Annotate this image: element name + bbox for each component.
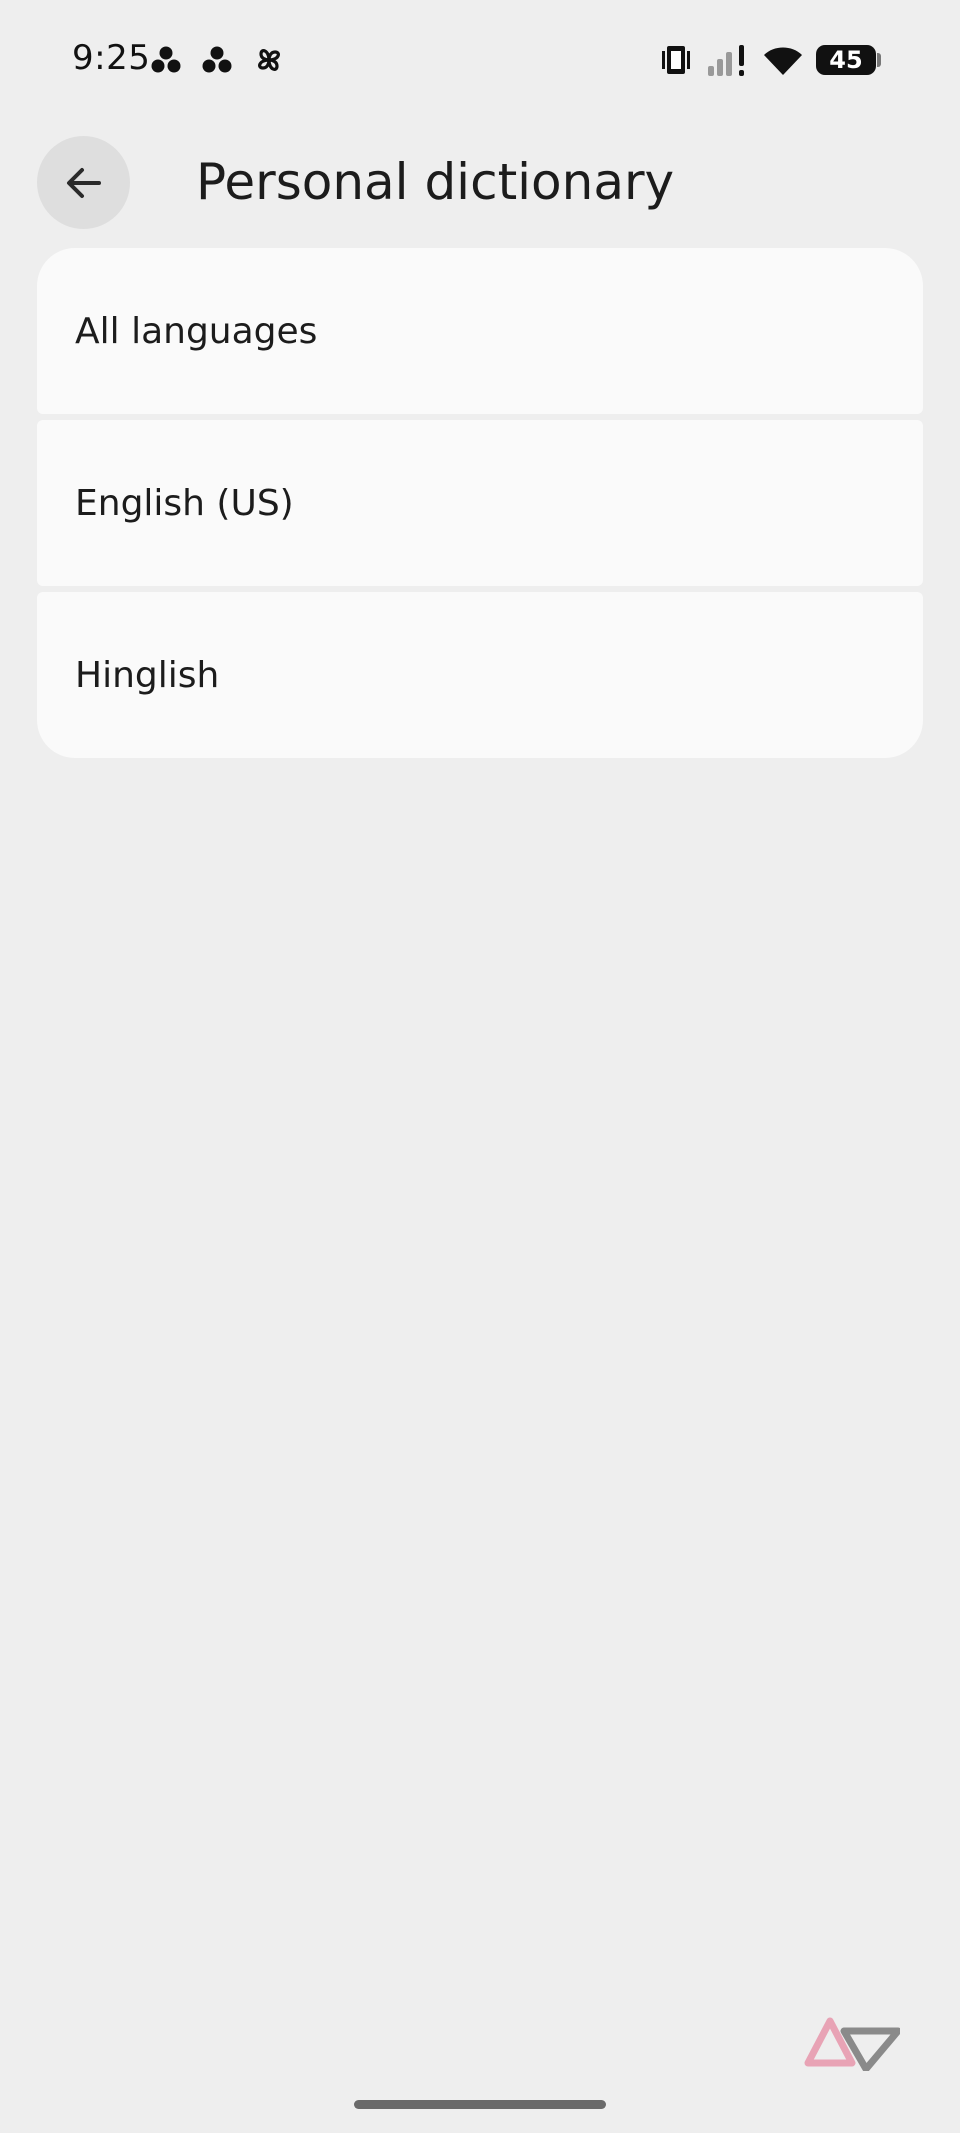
language-item-english-us[interactable]: English (US) — [37, 420, 923, 586]
status-time: 9:25 — [72, 38, 151, 78]
wifi-icon — [764, 47, 802, 75]
language-label: All languages — [75, 310, 318, 352]
back-button[interactable] — [37, 136, 130, 229]
gesture-nav-bar[interactable] — [354, 2100, 606, 2109]
arrow-back-icon — [66, 167, 101, 198]
pinwheel-icon — [258, 49, 280, 71]
signal-icon — [708, 45, 744, 76]
dots-icon — [202, 46, 232, 73]
battery-level: 45 — [829, 46, 863, 74]
language-label: Hinglish — [75, 654, 220, 696]
language-list: All languages English (US) Hinglish — [37, 248, 923, 758]
vibrate-icon — [662, 46, 690, 74]
page-title: Personal dictionary — [196, 153, 675, 211]
language-item-all-languages[interactable]: All languages — [37, 248, 923, 414]
dots-icon — [151, 46, 181, 73]
battery-nub — [877, 53, 881, 67]
language-label: English (US) — [75, 482, 294, 524]
battery-icon: 45 — [816, 45, 876, 75]
status-bar: 9:25 45 — [0, 0, 960, 120]
language-item-hinglish[interactable]: Hinglish — [37, 592, 923, 758]
watermark-logo — [804, 2017, 900, 2071]
